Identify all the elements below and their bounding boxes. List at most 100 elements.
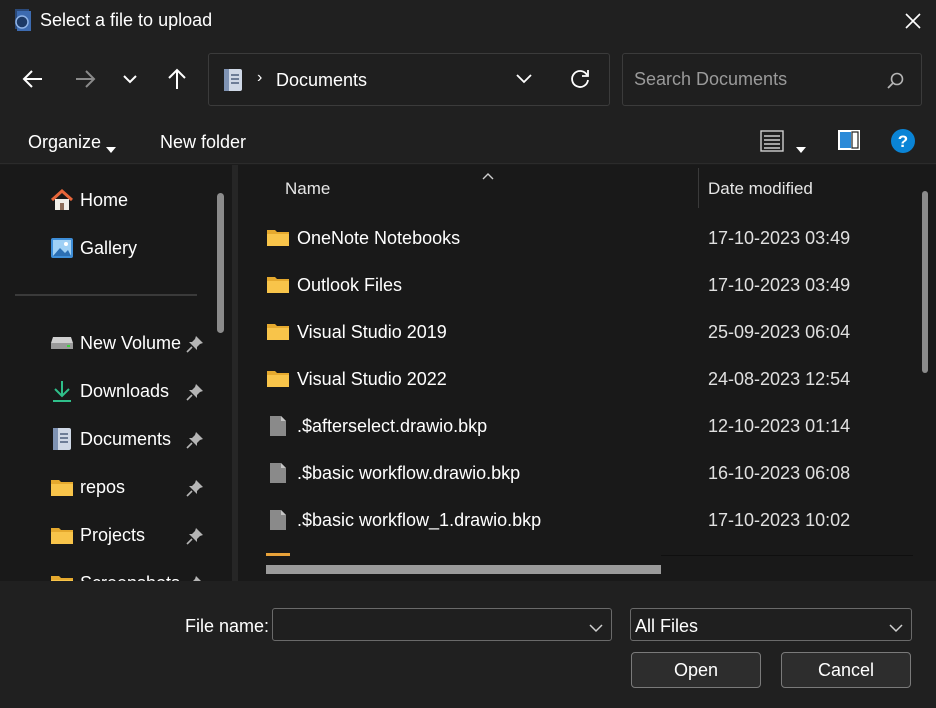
file-row[interactable]: OneNote Notebooks 17-10-2023 03:49 [266,218,916,258]
folder-icon [266,553,290,556]
address-bar[interactable]: › Documents [208,53,610,106]
address-dropdown-button[interactable] [515,70,533,90]
pin-icon[interactable] [186,527,204,550]
file-row[interactable]: .$basic workflow.drawio.bkp 16-10-2023 0… [266,453,916,493]
file-name: Outlook Files [297,275,403,295]
file-row[interactable]: Visual Studio 2019 25-09-2023 06:04 [266,312,916,352]
navigation-pane: Home Gallery New Volume Downloads Docume… [0,165,232,581]
sidebar-divider [15,294,197,296]
help-button[interactable]: ? [890,128,916,159]
folder-icon [50,571,74,581]
open-button[interactable]: Open [631,652,761,688]
refresh-button[interactable] [568,67,592,96]
pin-icon[interactable] [186,479,204,502]
sidebar-item-gallery[interactable]: Gallery [50,233,137,263]
sidebar-item-label: Home [80,189,129,210]
file-name-input[interactable] [273,609,573,640]
file-date: 25-09-2023 06:04 [708,322,851,342]
chevron-down-icon [516,74,532,84]
column-header-date-modified[interactable]: Date modified [708,179,813,199]
file-row[interactable]: .$afterselect.drawio.bkp 12-10-2023 01:1… [266,406,916,446]
organize-menu[interactable]: Organize [28,132,101,153]
sidebar-item-repos[interactable]: repos [50,472,125,502]
vertical-scrollbar[interactable] [922,191,928,373]
up-button[interactable] [162,64,192,94]
preview-pane-icon [838,130,860,150]
column-divider[interactable] [698,168,699,208]
close-button[interactable] [890,0,936,42]
file-name: .$basic workflow.drawio.bkp [297,463,521,483]
recent-locations-button[interactable] [115,64,145,94]
caret-down-icon [106,138,116,158]
sidebar-scrollbar[interactable] [217,193,224,333]
search-box[interactable] [622,53,922,106]
search-icon [887,72,905,95]
file-row[interactable]: Visual Studio 2022 24-08-2023 12:54 [266,359,916,399]
sidebar-item-new-volume[interactable]: New Volume [50,328,181,358]
file-icon [266,461,290,485]
horizontal-scrollbar[interactable] [266,565,661,574]
file-type-value: All Files [635,616,699,636]
document-icon [50,427,74,451]
back-button[interactable] [18,64,48,94]
pin-icon[interactable] [186,431,204,454]
sidebar-item-label: Documents [80,428,172,449]
search-input[interactable] [623,54,921,105]
folder-icon [50,523,74,547]
breadcrumb-documents[interactable]: Documents [276,70,367,91]
file-date: 16-10-2023 06:08 [708,463,851,483]
sidebar-item-projects[interactable]: Projects [50,520,145,550]
column-header-name[interactable]: Name [285,179,330,199]
file-type-select[interactable]: All Files [630,608,912,641]
sidebar-item-label: Projects [80,524,146,545]
forward-button[interactable] [70,64,100,94]
command-bar: Organize New folder ? [0,116,936,164]
sidebar-item-documents[interactable]: Documents [50,424,171,454]
folder-icon [50,475,74,499]
folder-icon [266,226,290,250]
file-date: 12-10-2023 01:14 [708,416,851,436]
file-name: Visual Studio 2022 [297,369,447,389]
sidebar-item-label: Gallery [80,237,138,258]
sidebar-item-label: Downloads [80,380,170,401]
file-name: Visual Studio 2019 [297,322,447,342]
sidebar-item-downloads[interactable]: Downloads [50,376,169,406]
folder-icon [266,320,290,344]
file-name-label: File name: [185,616,270,636]
navigation-bar: › Documents [0,42,936,116]
title-bar: Select a file to upload [0,0,936,42]
pin-icon[interactable] [186,335,204,358]
download-icon [50,379,74,403]
file-row[interactable]: .$basic workflow_1.drawio.bkp 17-10-2023… [266,500,916,540]
pin-icon[interactable] [186,383,204,406]
caret-down-icon[interactable] [796,138,806,158]
cancel-button[interactable]: Cancel [781,652,911,688]
home-icon [50,188,74,212]
close-icon [905,13,921,29]
gallery-icon [50,236,74,260]
chevron-down-icon [123,75,137,84]
sidebar-item-label: New Volume [80,332,182,353]
window-title: Select a file to upload [40,10,213,30]
sidebar-item-label: Screenshots [80,573,180,582]
preview-pane-button[interactable] [837,129,861,156]
file-date: 17-10-2023 03:49 [708,275,851,295]
sidebar-item-label: repos [80,476,126,497]
dialog-footer: File name: All Files Open Cancel [0,581,936,708]
app-icon [12,8,34,32]
file-date: 17-10-2023 03:49 [708,228,851,248]
file-name-combobox[interactable] [272,608,612,641]
sidebar-item-screenshots[interactable]: Screenshots [50,568,180,581]
sidebar-item-home[interactable]: Home [50,185,128,215]
file-icon [266,414,290,438]
new-folder-button[interactable]: New folder [160,132,246,153]
file-date: 24-08-2023 12:54 [708,369,851,389]
view-options-button[interactable] [760,129,784,158]
chevron-down-icon[interactable] [589,618,603,638]
arrow-left-icon [22,70,42,88]
breadcrumb-separator: › [257,69,263,86]
refresh-icon [571,70,589,88]
file-row[interactable]: Outlook Files 17-10-2023 03:49 [266,265,916,305]
arrow-right-icon [76,70,96,88]
sort-ascending-icon [482,165,494,185]
